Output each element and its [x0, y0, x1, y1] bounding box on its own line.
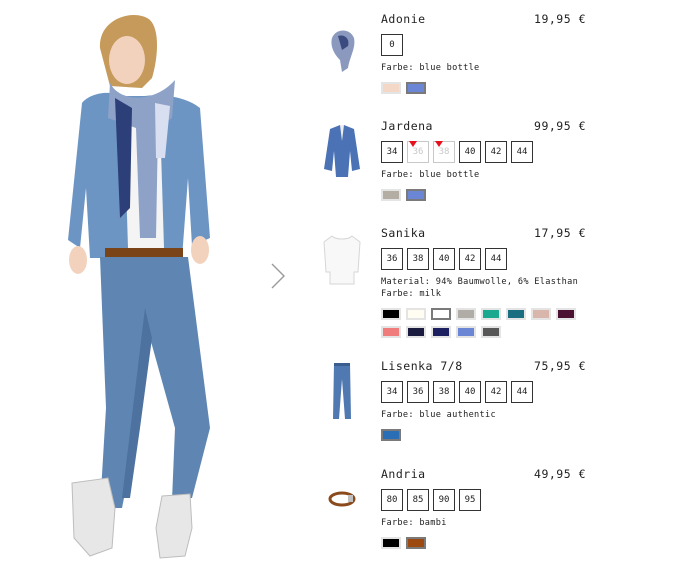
color-swatch[interactable] — [381, 537, 401, 549]
size-button[interactable]: 90 — [433, 489, 455, 511]
size-selector: 0 — [381, 34, 403, 56]
color-swatches — [381, 308, 581, 338]
size-button[interactable]: 44 — [511, 381, 533, 403]
size-button[interactable]: 34 — [381, 141, 403, 163]
size-button[interactable]: 40 — [459, 141, 481, 163]
product-jardena: Jardena 99,95 € 34 36 38 40 42 44 Farbe:… — [310, 119, 600, 209]
size-button[interactable]: 85 — [407, 489, 429, 511]
color-label: Farbe: bambi — [381, 518, 447, 528]
material-label: Material: 94% Baumwolle, 6% Elasthan — [381, 277, 579, 287]
color-swatches — [381, 82, 581, 94]
color-swatch[interactable] — [481, 308, 501, 320]
size-selector: 34 36 38 40 42 44 — [381, 381, 533, 403]
size-selector: 36 38 40 42 44 — [381, 248, 507, 270]
color-swatch-selected[interactable] — [381, 429, 401, 441]
color-swatches — [381, 537, 581, 549]
product-info: Farbe: blue bottle — [381, 169, 480, 181]
size-label: 38 — [438, 147, 450, 157]
color-swatch-selected[interactable] — [431, 308, 451, 320]
product-name[interactable]: Sanika — [381, 226, 426, 240]
product-price: 75,95 € — [534, 359, 586, 373]
size-button[interactable]: 42 — [485, 141, 507, 163]
size-button[interactable]: 36 — [381, 248, 403, 270]
size-button[interactable]: 38 — [407, 248, 429, 270]
product-price: 19,95 € — [534, 12, 586, 26]
size-button[interactable]: 38 — [433, 381, 455, 403]
product-price: 99,95 € — [534, 119, 586, 133]
color-label: Farbe: blue authentic — [381, 410, 496, 420]
color-swatch[interactable] — [456, 308, 476, 320]
color-swatch[interactable] — [381, 308, 401, 320]
chevron-right-icon[interactable] — [268, 262, 288, 290]
size-button[interactable]: 44 — [485, 248, 507, 270]
size-button[interactable]: 36 — [407, 381, 429, 403]
color-swatch-selected[interactable] — [406, 537, 426, 549]
color-swatch[interactable] — [406, 326, 426, 338]
color-swatch-selected[interactable] — [406, 82, 426, 94]
color-swatch[interactable] — [481, 326, 501, 338]
color-swatch[interactable] — [381, 82, 401, 94]
color-swatch[interactable] — [506, 308, 526, 320]
color-swatch[interactable] — [556, 308, 576, 320]
product-info: Farbe: bambi — [381, 517, 447, 529]
product-info: Farbe: blue bottle — [381, 62, 480, 74]
color-swatch[interactable] — [531, 308, 551, 320]
model-photo — [68, 15, 210, 559]
color-swatches — [381, 189, 581, 201]
color-swatch[interactable] — [456, 326, 476, 338]
color-label: Farbe: milk — [381, 289, 442, 299]
color-swatches — [381, 429, 581, 441]
size-button[interactable]: 44 — [511, 141, 533, 163]
belt-icon[interactable] — [318, 467, 366, 527]
size-button[interactable]: 0 — [381, 34, 403, 56]
product-name[interactable]: Adonie — [381, 12, 426, 26]
size-selector: 80 85 90 95 — [381, 489, 481, 511]
product-name[interactable]: Andria — [381, 467, 426, 481]
size-button[interactable]: 80 — [381, 489, 403, 511]
color-swatch[interactable] — [431, 326, 451, 338]
size-button[interactable]: 42 — [485, 381, 507, 403]
color-swatch[interactable] — [406, 308, 426, 320]
scarf-icon[interactable] — [318, 20, 366, 80]
color-swatch-selected[interactable] — [406, 189, 426, 201]
size-button[interactable]: 40 — [459, 381, 481, 403]
product-adonie: Adonie 19,95 € 0 Farbe: blue bottle — [310, 12, 600, 102]
size-button[interactable]: 95 — [459, 489, 481, 511]
product-sanika: Sanika 17,95 € 36 38 40 42 44 Material: … — [310, 226, 600, 341]
product-name[interactable]: Lisenka 7/8 — [381, 359, 463, 373]
product-info: Farbe: blue authentic — [381, 409, 496, 421]
size-button[interactable]: 34 — [381, 381, 403, 403]
size-button-unavailable[interactable]: 36 — [407, 141, 429, 163]
product-info: Material: 94% Baumwolle, 6% Elasthan Far… — [381, 276, 578, 300]
blazer-icon[interactable] — [318, 121, 366, 181]
color-swatch[interactable] — [381, 326, 401, 338]
size-label: 36 — [412, 147, 424, 157]
color-label: Farbe: blue bottle — [381, 63, 480, 73]
color-label: Farbe: blue bottle — [381, 170, 480, 180]
product-name[interactable]: Jardena — [381, 119, 433, 133]
jeans-icon[interactable] — [318, 361, 366, 421]
product-lisenka: Lisenka 7/8 75,95 € 34 36 38 40 42 44 Fa… — [310, 359, 600, 449]
size-button[interactable]: 40 — [433, 248, 455, 270]
size-button-unavailable[interactable]: 38 — [433, 141, 455, 163]
tshirt-icon[interactable] — [318, 228, 366, 288]
color-swatch[interactable] — [381, 189, 401, 201]
sold-out-flag-icon — [409, 141, 417, 147]
product-price: 49,95 € — [534, 467, 586, 481]
product-price: 17,95 € — [534, 226, 586, 240]
sold-out-flag-icon — [435, 141, 443, 147]
product-andria: Andria 49,95 € 80 85 90 95 Farbe: bambi — [310, 467, 600, 557]
size-button[interactable]: 42 — [459, 248, 481, 270]
size-selector: 34 36 38 40 42 44 — [381, 141, 533, 163]
